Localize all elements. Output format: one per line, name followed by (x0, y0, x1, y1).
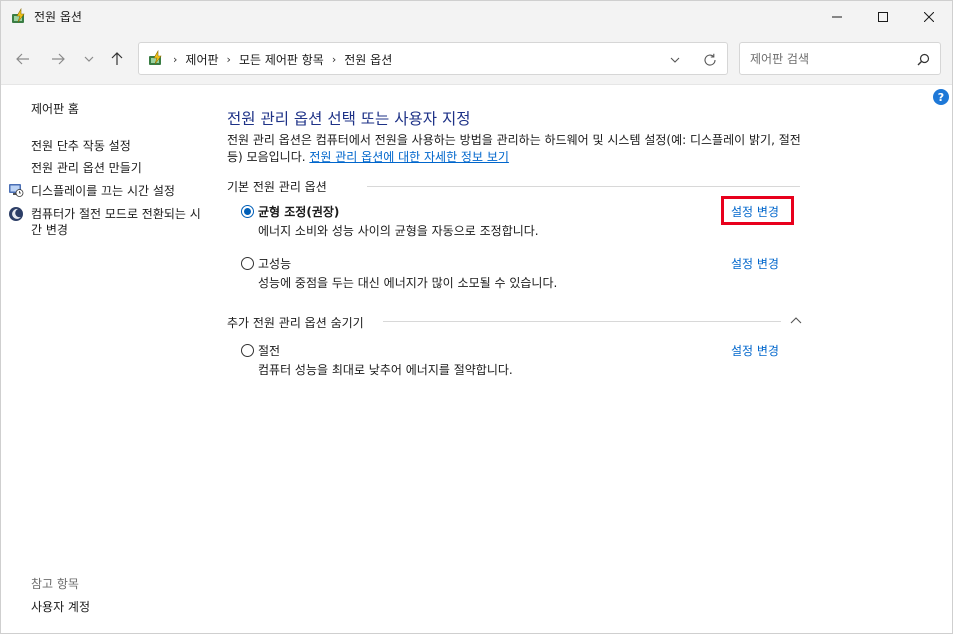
basic-plans-group-title: 기본 전원 관리 옵션 (227, 178, 335, 195)
power-options-window: 전원 옵션 › 제어판 › 모든 제어판 항목 › 전원 옵션 제어판 검색 ?… (0, 0, 953, 634)
plan-high-performance-description: 성능에 중점을 두는 대신 에너지가 많이 소모될 수 있습니다. (258, 276, 558, 290)
recent-locations-button[interactable] (79, 49, 99, 69)
plan-power-saver-name[interactable]: 절전 (258, 342, 280, 359)
plan-balanced-radio[interactable] (241, 205, 254, 218)
power-options-icon (10, 7, 28, 26)
extra-plans-group-title[interactable]: 추가 전원 관리 옵션 숨기기 (227, 314, 372, 331)
breadcrumb-control-panel[interactable]: 제어판 (185, 51, 218, 68)
chevron-down-icon (84, 56, 94, 62)
minimize-icon (832, 16, 842, 17)
search-box[interactable] (739, 42, 941, 75)
address-dropdown-button[interactable] (667, 52, 683, 68)
control-panel-icon (147, 49, 165, 68)
chevron-up-icon[interactable] (789, 314, 803, 328)
maximize-button[interactable] (860, 1, 906, 32)
sidebar: 제어판 홈 전원 단추 작동 설정 전원 관리 옵션 만들기 디스플레이를 끄는… (1, 85, 211, 633)
sidebar-item-create-plan[interactable]: 전원 관리 옵션 만들기 (31, 159, 142, 176)
sidebar-item-power-buttons[interactable]: 전원 단추 작동 설정 (31, 137, 131, 154)
monitor-clock-icon (8, 182, 24, 198)
breadcrumb-all-items[interactable]: 모든 제어판 항목 (239, 51, 324, 68)
search-icon[interactable] (915, 52, 931, 68)
refresh-icon (704, 53, 716, 66)
breadcrumb-separator-icon[interactable]: › (227, 53, 231, 66)
refresh-button[interactable] (701, 51, 719, 69)
sidebar-item-display-off-time[interactable]: 디스플레이를 끄는 시간 설정 (31, 182, 175, 199)
page-description: 전원 관리 옵션은 컴퓨터에서 전원을 사용하는 방법을 관리하는 하드웨어 및… (227, 132, 802, 166)
plan-power-saver-change-settings-link[interactable]: 설정 변경 (731, 342, 779, 359)
plan-power-saver-radio[interactable] (241, 344, 254, 357)
window-title: 전원 옵션 (34, 10, 82, 24)
plan-power-saver-description: 컴퓨터 성능을 최대로 낮추어 에너지를 절약합니다. (258, 363, 513, 377)
breadcrumb-power-options[interactable]: 전원 옵션 (344, 51, 392, 68)
see-also-title: 참고 항목 (31, 577, 79, 591)
page-title: 전원 관리 옵션 선택 또는 사용자 지정 (227, 110, 471, 128)
forward-button[interactable] (48, 49, 68, 69)
breadcrumb-separator-icon[interactable]: › (332, 53, 336, 66)
arrow-left-icon (16, 53, 29, 65)
arrow-right-icon (52, 53, 65, 65)
navigation-bar: › 제어판 › 모든 제어판 항목 › 전원 옵션 (1, 32, 952, 85)
moon-icon (8, 206, 24, 222)
arrow-up-icon (111, 52, 123, 65)
chevron-down-icon (670, 57, 680, 63)
maximize-icon (878, 11, 888, 22)
plan-balanced-description: 에너지 소비와 성능 사이의 균형을 자동으로 조정합니다. (258, 224, 539, 238)
sidebar-item-sleep-time[interactable]: 컴퓨터가 절전 모드로 전환되는 시간 변경 (31, 206, 201, 238)
title-bar: 전원 옵션 (1, 1, 952, 32)
sidebar-item-control-panel-home[interactable]: 제어판 홈 (31, 100, 79, 117)
search-input[interactable] (740, 43, 910, 74)
group-divider (367, 186, 800, 187)
minimize-button[interactable] (814, 1, 860, 32)
close-icon (924, 11, 934, 22)
address-bar[interactable]: › 제어판 › 모든 제어판 항목 › 전원 옵션 (138, 42, 728, 75)
up-button[interactable] (107, 49, 127, 69)
back-button[interactable] (13, 49, 33, 69)
breadcrumb-separator-icon[interactable]: › (173, 53, 177, 66)
help-icon[interactable]: ? (933, 89, 949, 105)
group-divider (383, 321, 781, 322)
breadcrumb: › 제어판 › 모든 제어판 항목 › 전원 옵션 (171, 51, 392, 68)
plan-balanced-name[interactable]: 균형 조정(권장) (258, 203, 339, 220)
see-also-user-accounts[interactable]: 사용자 계정 (31, 598, 90, 615)
plan-high-performance-change-settings-link[interactable]: 설정 변경 (731, 255, 779, 272)
highlight-annotation (721, 196, 794, 225)
plan-high-performance-name[interactable]: 고성능 (258, 255, 291, 272)
close-button[interactable] (906, 1, 952, 32)
more-info-link[interactable]: 전원 관리 옵션에 대한 자세한 정보 보기 (309, 150, 509, 164)
plan-high-performance-radio[interactable] (241, 257, 254, 270)
